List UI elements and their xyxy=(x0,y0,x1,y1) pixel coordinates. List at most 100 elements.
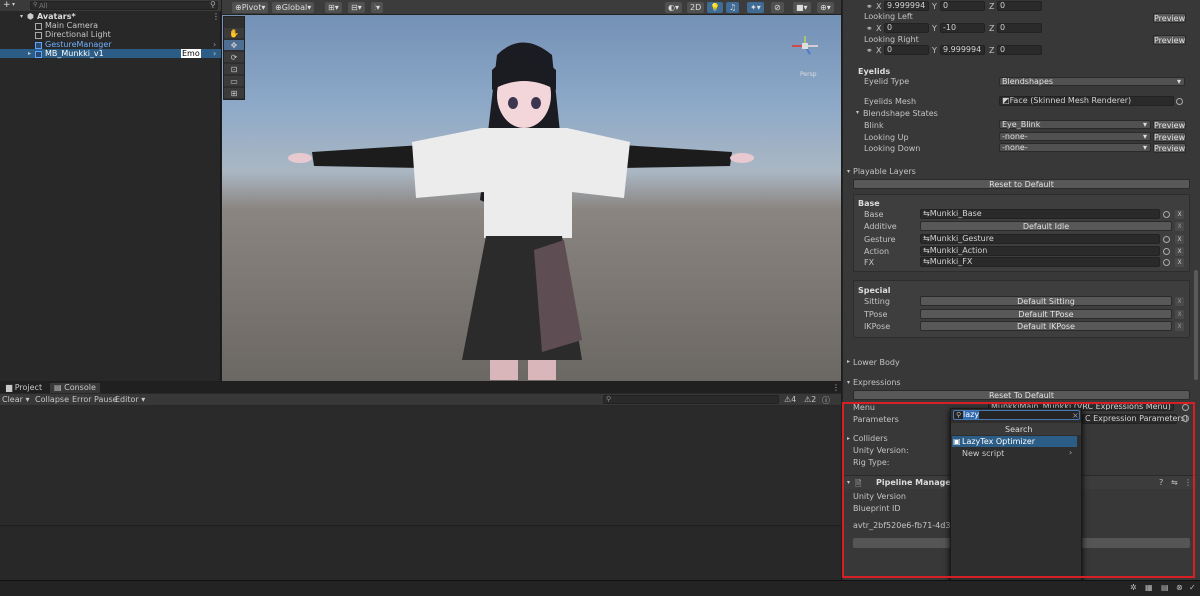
blink-dropdown[interactable]: Eye_Blink ▾ xyxy=(999,120,1151,129)
global-dropdown[interactable]: ⊕Global▾ xyxy=(272,2,315,13)
clear-button[interactable]: X xyxy=(1175,322,1184,331)
preview-button[interactable]: Preview xyxy=(1153,120,1186,130)
hierarchy-root[interactable]: ▾ ⬢ Avatars* ⋮ xyxy=(0,12,221,21)
lower-body-foldout[interactable]: Lower Body xyxy=(853,358,900,367)
chevron-right-icon[interactable]: ▸ xyxy=(847,358,850,365)
add-button[interactable]: + xyxy=(3,0,11,10)
y-field[interactable]: 0 xyxy=(940,1,985,11)
tab-console[interactable]: ▤ Console xyxy=(50,383,100,393)
grid-snap-button[interactable]: ⊞▾ xyxy=(325,2,342,13)
y-field[interactable]: -10 xyxy=(940,23,985,33)
link-icon[interactable]: ⚭ xyxy=(866,2,873,11)
chevron-down-icon[interactable]: ▾ xyxy=(847,168,850,175)
more-menu-icon[interactable]: ⋮ xyxy=(212,12,220,21)
looking-up-dropdown[interactable]: -none- ▾ xyxy=(999,132,1151,141)
z-field[interactable]: 0 xyxy=(997,1,1042,11)
clear-button[interactable]: X xyxy=(1175,235,1184,244)
draw-mode-button[interactable]: ◐▾ xyxy=(665,2,682,13)
clear-button[interactable]: X xyxy=(1175,210,1184,219)
y-field[interactable]: 9.999994 xyxy=(940,45,985,55)
clear-button[interactable]: X xyxy=(1175,258,1184,267)
eyelid-type-dropdown[interactable]: Blendshapes ▾ xyxy=(999,77,1185,86)
check-icon[interactable]: ✓ xyxy=(1189,583,1196,592)
object-picker-icon[interactable] xyxy=(1163,259,1170,266)
warning-count[interactable]: ⚠4 xyxy=(784,395,796,404)
inspector-scrollbar[interactable] xyxy=(1194,270,1198,380)
gizmos-button[interactable]: ⊕▾ xyxy=(817,2,834,13)
snap-increment-button[interactable]: ⊟▾ xyxy=(348,2,365,13)
layers-icon[interactable]: ▤ xyxy=(1161,583,1169,592)
scene-view[interactable]: Persp xyxy=(222,0,841,381)
clear-button[interactable]: X xyxy=(1175,222,1184,231)
hierarchy-item-gesture-manager[interactable]: GestureManager › xyxy=(0,40,221,49)
rect-icon[interactable]: ▭ xyxy=(224,76,244,86)
reset-to-default-button[interactable]: Reset to Default xyxy=(853,179,1190,189)
bug-icon[interactable]: ✲ xyxy=(1130,583,1137,592)
eyelids-mesh-field[interactable]: ◩Face (Skinned Mesh Renderer) xyxy=(999,96,1174,106)
ruler-button[interactable]: ⫶▾ xyxy=(371,2,384,13)
network-icon[interactable]: ⊗ xyxy=(1176,583,1183,592)
scale-icon[interactable]: ⊡ xyxy=(224,64,244,74)
z-field[interactable]: 0 xyxy=(997,45,1042,55)
move-icon[interactable]: ✥ xyxy=(224,40,244,50)
gesture-controller-field[interactable]: ⇆Munkki_Gesture xyxy=(920,234,1160,244)
pivot-dropdown[interactable]: ⊕Pivot▾ xyxy=(232,2,269,13)
default-sitting-button[interactable]: Default Sitting xyxy=(920,296,1172,306)
x-field[interactable]: 9.999994 xyxy=(884,1,929,11)
x-field[interactable]: 0 xyxy=(884,45,929,55)
chevron-down-icon[interactable]: ▾ xyxy=(847,379,850,386)
clear-button[interactable]: X xyxy=(1175,310,1184,319)
orientation-gizmo[interactable]: Persp xyxy=(780,34,830,80)
search-icon[interactable]: ⚲ xyxy=(210,0,216,9)
editor-dropdown[interactable]: Editor ▾ xyxy=(115,395,145,404)
hand-icon[interactable]: ✋ xyxy=(224,28,244,38)
chevron-down-icon[interactable]: ▾ xyxy=(12,1,15,8)
object-picker-icon[interactable] xyxy=(1176,98,1183,105)
preview-button[interactable]: Preview xyxy=(1153,143,1186,153)
info-count[interactable]: ⓘ xyxy=(822,395,830,406)
collapse-button[interactable]: Collapse xyxy=(35,395,69,404)
link-icon[interactable]: ⚭ xyxy=(866,24,873,33)
z-field[interactable]: 0 xyxy=(997,23,1042,33)
hierarchy-item-avatar[interactable]: ▸ MB_Munkki_v1 Emo › xyxy=(0,49,221,58)
object-picker-icon[interactable] xyxy=(1163,211,1170,218)
base-controller-field[interactable]: ⇆Munkki_Base xyxy=(920,209,1160,219)
transform-icon[interactable]: ⊞ xyxy=(224,88,244,98)
2d-toggle[interactable]: 2D xyxy=(687,2,705,13)
fx-controller-field[interactable]: ⇆Munkki_FX xyxy=(920,257,1160,267)
action-controller-field[interactable]: ⇆Munkki_Action xyxy=(920,246,1160,256)
chevron-right-icon[interactable]: › xyxy=(213,49,216,58)
build-icon[interactable]: ▦ xyxy=(1145,583,1153,592)
default-tpose-button[interactable]: Default TPose xyxy=(920,309,1172,319)
hierarchy-item-directional-light[interactable]: Directional Light xyxy=(0,30,221,39)
preview-button[interactable]: Preview xyxy=(1153,132,1186,142)
chevron-right-icon[interactable]: › xyxy=(213,40,216,49)
link-icon[interactable]: ⚭ xyxy=(866,46,873,55)
tab-project[interactable]: ▆ Project xyxy=(2,383,46,393)
hidden-objects-toggle[interactable]: ⊘ xyxy=(771,2,784,13)
default-idle-button[interactable]: Default Idle xyxy=(920,221,1172,231)
hierarchy-search-input[interactable]: ⚲ All xyxy=(30,1,218,10)
more-menu-icon[interactable]: ⋮ xyxy=(832,383,840,392)
object-picker-icon[interactable] xyxy=(1163,236,1170,243)
lighting-toggle[interactable]: 💡 xyxy=(707,2,723,13)
x-field[interactable]: 0 xyxy=(884,23,929,33)
camera-settings-button[interactable]: ■▾ xyxy=(793,2,811,13)
reset-to-default-button[interactable]: Reset To Default xyxy=(853,390,1190,400)
chevron-down-icon[interactable]: ▾ xyxy=(856,109,859,116)
console-log[interactable] xyxy=(0,406,841,526)
effects-toggle[interactable]: ✦▾ xyxy=(747,2,764,13)
looking-down-dropdown[interactable]: -none- ▾ xyxy=(999,143,1151,152)
preview-button[interactable]: Preview xyxy=(1153,35,1186,45)
audio-toggle[interactable]: ♫ xyxy=(726,2,740,13)
clear-button[interactable]: Clear ▾ xyxy=(2,395,29,404)
clear-button[interactable]: X xyxy=(1175,297,1184,306)
chevron-right-icon[interactable]: ▸ xyxy=(28,49,31,58)
object-picker-icon[interactable] xyxy=(1163,248,1170,255)
default-ikpose-button[interactable]: Default IKPose xyxy=(920,321,1172,331)
preview-button[interactable]: Preview xyxy=(1153,13,1186,23)
console-search-input[interactable]: ⚲ xyxy=(603,395,779,404)
clear-button[interactable]: X xyxy=(1175,247,1184,256)
error-count[interactable]: ⚠2 xyxy=(804,395,816,404)
chevron-down-icon[interactable]: ▾ xyxy=(20,12,23,21)
